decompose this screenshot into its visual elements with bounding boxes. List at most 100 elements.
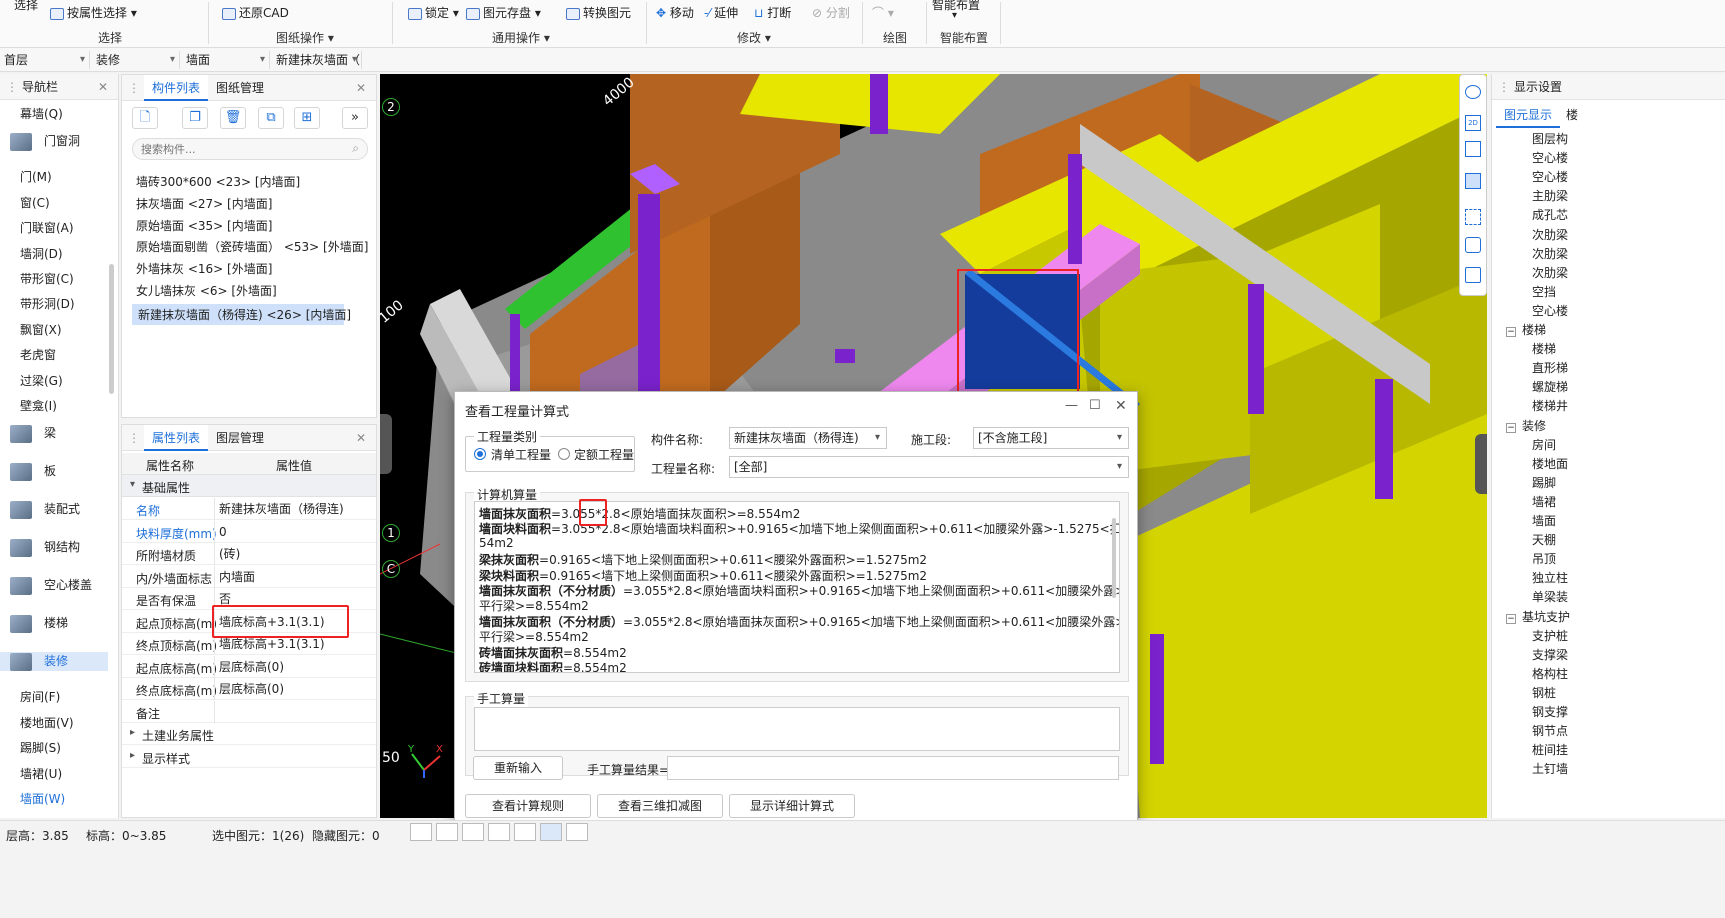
close-icon[interactable]: ✕: [1115, 398, 1127, 414]
radio-bill[interactable]: [474, 448, 486, 460]
component-list-item[interactable]: 原始墙面剔凿（瓷砖墙面） <53> [外墙面]: [136, 238, 368, 255]
tab-element-display[interactable]: 图元显示: [1496, 102, 1561, 128]
manual-input[interactable]: [474, 707, 1120, 751]
nav-item[interactable]: 老虎窗: [20, 346, 56, 363]
collapse-icon[interactable]: −: [1506, 327, 1516, 337]
display-tree-item[interactable]: 图层构: [1532, 130, 1568, 147]
settings-icon[interactable]: [1465, 267, 1481, 283]
nav-item[interactable]: 壁龛(I): [20, 397, 57, 414]
property-value[interactable]: 层底标高(0): [214, 678, 374, 700]
drag-handle-icon[interactable]: ⋮: [128, 425, 140, 451]
component-list-item[interactable]: 抹灰墙面 <27> [内墙面]: [136, 195, 272, 212]
component-list-item[interactable]: 原始墙面 <35> [内墙面]: [136, 217, 272, 234]
tab-layer-manage[interactable]: 图层管理: [208, 425, 272, 451]
right-collapse-handle[interactable]: [1475, 434, 1487, 494]
component-list-item[interactable]: 女儿墙抹灰 <6> [外墙面]: [136, 282, 277, 299]
duplicate-icon[interactable]: ⧉: [258, 107, 284, 129]
status-tool-icon[interactable]: [540, 823, 562, 841]
nav-category[interactable]: 装配式: [10, 500, 80, 519]
property-value[interactable]: [214, 700, 374, 723]
new-component-button[interactable]: 🗋: [132, 107, 158, 129]
more-icon[interactable]: »: [342, 107, 368, 129]
left-collapse-handle[interactable]: [380, 414, 392, 474]
display-tree-group[interactable]: − 装修: [1506, 417, 1546, 434]
restore-cad-button[interactable]: 还原CAD: [222, 4, 289, 21]
display-tree-item[interactable]: 墙裙: [1532, 493, 1556, 510]
lock-button[interactable]: 锁定 ▾: [408, 4, 459, 21]
move-button[interactable]: ✥ 移动: [656, 4, 694, 21]
delete-icon[interactable]: 🗑: [220, 107, 246, 129]
nav-item[interactable]: 带形洞(D): [20, 295, 75, 312]
show-detail-formula-button[interactable]: 显示详细计算式: [729, 794, 855, 818]
display-tree-item[interactable]: 空心楼: [1532, 302, 1568, 319]
chevron-down-icon[interactable]: ▾: [952, 10, 957, 21]
display-tree-item[interactable]: 钢节点: [1532, 722, 1568, 739]
formula-scrollbar[interactable]: [1112, 518, 1116, 598]
display-tree-item[interactable]: 空挡: [1532, 283, 1556, 300]
orbit-icon[interactable]: [1465, 85, 1481, 99]
drag-handle-icon[interactable]: ⋮: [6, 74, 18, 100]
section-basic[interactable]: ▾ 基础属性: [122, 475, 376, 497]
status-tool-icon[interactable]: [410, 823, 432, 841]
display-tree-item[interactable]: 支撑梁: [1532, 646, 1568, 663]
tab-floor-display[interactable]: 楼: [1558, 102, 1586, 128]
display-tree-item[interactable]: 单梁装: [1532, 588, 1568, 605]
view-2d-icon[interactable]: 2D: [1465, 115, 1481, 131]
status-tool-icon[interactable]: [514, 823, 536, 841]
break-button[interactable]: ⊔ 打断: [754, 4, 791, 21]
property-value[interactable]: 新建抹灰墙面（杨得连): [214, 498, 374, 520]
close-icon[interactable]: ✕: [98, 74, 108, 100]
property-value[interactable]: 0: [214, 520, 374, 543]
status-tool-icon[interactable]: [436, 823, 458, 841]
drag-handle-icon[interactable]: ⋮: [1498, 74, 1510, 100]
display-tree-item[interactable]: 次肋梁: [1532, 245, 1568, 262]
tab-component-list[interactable]: 构件列表: [144, 75, 209, 101]
tab-drawing-manage[interactable]: 图纸管理: [208, 75, 272, 101]
nav-category[interactable]: 装修: [0, 652, 108, 671]
status-tool-icon[interactable]: [488, 823, 510, 841]
display-tree-item[interactable]: 房间: [1532, 436, 1556, 453]
display-tree-item[interactable]: 主肋梁: [1532, 187, 1568, 204]
floor-select[interactable]: 首层: [0, 51, 90, 69]
property-value[interactable]: (砖): [214, 543, 374, 565]
display-tree-item[interactable]: 踢脚: [1532, 474, 1556, 491]
property-value[interactable]: 层底标高(0): [214, 655, 374, 678]
collapse-icon[interactable]: ▾: [130, 479, 135, 490]
nav-item[interactable]: 墙洞(D): [20, 245, 63, 262]
nav-category[interactable]: 门窗洞: [10, 132, 80, 151]
layer-copy-icon[interactable]: ⊞: [294, 107, 320, 129]
close-icon[interactable]: ✕: [356, 75, 366, 101]
modify-group[interactable]: 修改 ▾: [737, 29, 771, 46]
radio-quota-label[interactable]: 定额工程量: [574, 446, 634, 463]
radio-bill-label[interactable]: 清单工程量: [491, 446, 551, 463]
expand-icon[interactable]: ▸: [130, 727, 135, 738]
category-select[interactable]: 装修: [92, 51, 180, 69]
drawing-ops-group[interactable]: 图纸操作 ▾: [276, 29, 334, 46]
display-tree-item[interactable]: 楼地面: [1532, 455, 1568, 472]
display-tree-item[interactable]: 墙面: [1532, 512, 1556, 529]
manual-result-field[interactable]: [667, 756, 1119, 780]
nav-category[interactable]: 板: [10, 462, 56, 481]
display-tree-item[interactable]: 成孔芯: [1532, 206, 1568, 223]
nav-item[interactable]: 门(M): [20, 168, 52, 185]
display-tree-item[interactable]: 独立柱: [1532, 569, 1568, 586]
search-icon[interactable]: ⌕: [352, 141, 359, 156]
display-tree-item[interactable]: 支护桩: [1532, 627, 1568, 644]
search-input[interactable]: [141, 141, 341, 157]
radio-quota[interactable]: [558, 448, 570, 460]
component-list-item[interactable]: 墙砖300*600 <23> [内墙面]: [136, 173, 300, 190]
display-tree-item[interactable]: 天棚: [1532, 531, 1556, 548]
section-civil[interactable]: ▸ 土建业务属性: [122, 723, 376, 745]
display-tree-group[interactable]: − 基坑支护: [1506, 608, 1570, 625]
display-tree-group[interactable]: − 楼梯: [1506, 321, 1546, 338]
convert-elem-button[interactable]: 转换图元: [566, 4, 631, 21]
display-tree-item[interactable]: 次肋梁: [1532, 264, 1568, 281]
display-tree-item[interactable]: 空心楼: [1532, 149, 1568, 166]
cube-icon[interactable]: [1465, 173, 1481, 189]
attr-select-button[interactable]: 按属性选择 ▾: [50, 4, 137, 21]
status-tool-icon[interactable]: [462, 823, 484, 841]
minimize-icon[interactable]: —: [1065, 398, 1078, 413]
nav-item[interactable]: 门联窗(A): [20, 219, 74, 236]
component-select[interactable]: 新建抹灰墙面（: [272, 51, 362, 69]
formula-box[interactable]: 墙面抹灰面积=3.055*2.8<原始墙面抹灰面积>=8.554m2 墙面块料面积…: [474, 501, 1120, 673]
